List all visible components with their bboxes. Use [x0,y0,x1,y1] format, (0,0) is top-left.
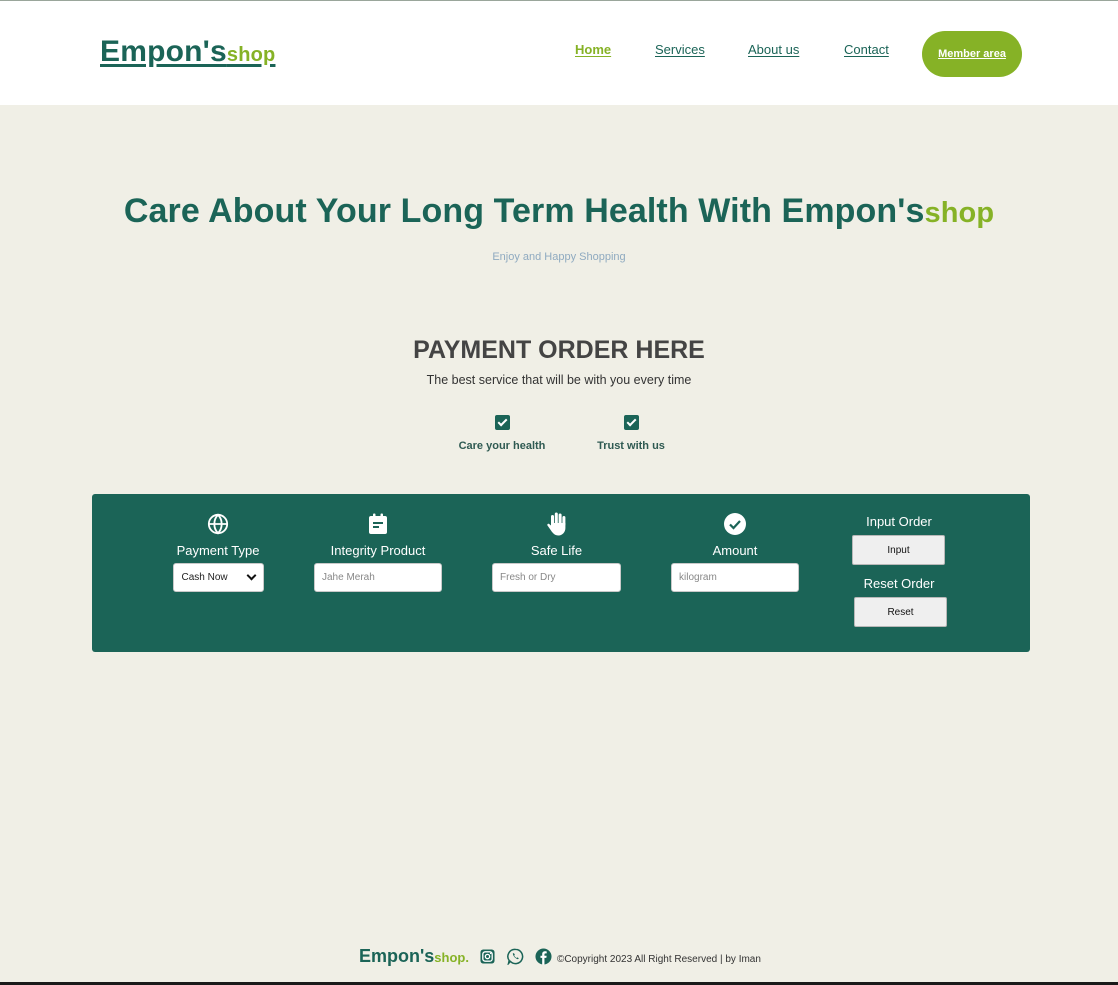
hero-title: Care About Your Long Term Health With Em… [0,192,1118,231]
check-circle-icon [723,512,747,536]
safe-life-label: Safe Life [530,543,583,558]
field-amount: Amount [670,512,800,592]
amount-input[interactable] [671,563,799,592]
checkbox-icon [623,415,639,430]
order-form-panel: Payment Type Cash Now Integrity Product [92,494,1030,652]
integrity-product-label: Integrity Product [330,543,426,558]
nav-link-services[interactable]: Services [655,42,705,57]
payment-title: PAYMENT ORDER HERE [413,336,705,364]
field-integrity-product: Integrity Product [313,512,443,592]
feature-care-health: Care your health [442,415,562,452]
amount-label: Amount [712,543,758,558]
field-safe-life: Safe Life [491,512,622,592]
hero-subtitle: Enjoy and Happy Shopping [492,251,626,263]
clipboard-icon [366,512,390,536]
footer: Empon'sshop. ©Copyright 2023 All Right R… [359,944,761,968]
brand-accent: shop [226,44,276,66]
instagram-icon[interactable] [479,947,497,965]
input-order-label: Input Order [866,514,932,529]
payment-type-select[interactable]: Cash Now [172,563,264,592]
nav-link-home[interactable]: Home [575,42,611,57]
field-payment-type: Payment Type Cash Now [168,512,268,592]
copyright-text: ©Copyright 2023 All Right Reserved | by … [556,953,761,965]
reset-order-label: Reset Order [863,576,935,591]
hero-title-accent: shop [924,197,995,229]
footer-brand-main: Empon's [359,945,435,966]
checkbox-icon [494,415,510,430]
integrity-product-input[interactable] [314,563,442,592]
feature-trust: Trust with us [571,415,691,452]
member-area-button[interactable]: Member area [922,31,1022,77]
payment-subtitle: The best service that will be with you e… [426,373,692,387]
reset-order-button[interactable]: Reset [854,597,947,627]
brand-main: Empon's [100,35,227,68]
globe-icon [206,512,230,536]
feature-label: Care your health [458,440,546,452]
safe-life-input[interactable] [492,563,621,592]
facebook-icon[interactable] [535,947,553,965]
hand-icon [545,512,569,536]
nav-link-about[interactable]: About us [748,42,799,57]
feature-label: Trust with us [597,440,665,452]
input-order-button[interactable]: Input [852,535,945,565]
top-navbar: Empon'sshop Home Services About us Conta… [0,0,1118,105]
hero-title-main: Care About Your Long Term Health With Em… [123,192,925,230]
payment-type-value: Cash Now [181,572,228,583]
brand-logo[interactable]: Empon'sshop [100,35,275,69]
nav-link-contact[interactable]: Contact [844,42,889,57]
chevron-down-icon [246,570,256,581]
footer-brand: Empon'sshop. [359,946,469,967]
footer-brand-accent: shop. [434,949,469,965]
whatsapp-icon[interactable] [507,947,525,965]
payment-type-label: Payment Type [176,543,260,558]
